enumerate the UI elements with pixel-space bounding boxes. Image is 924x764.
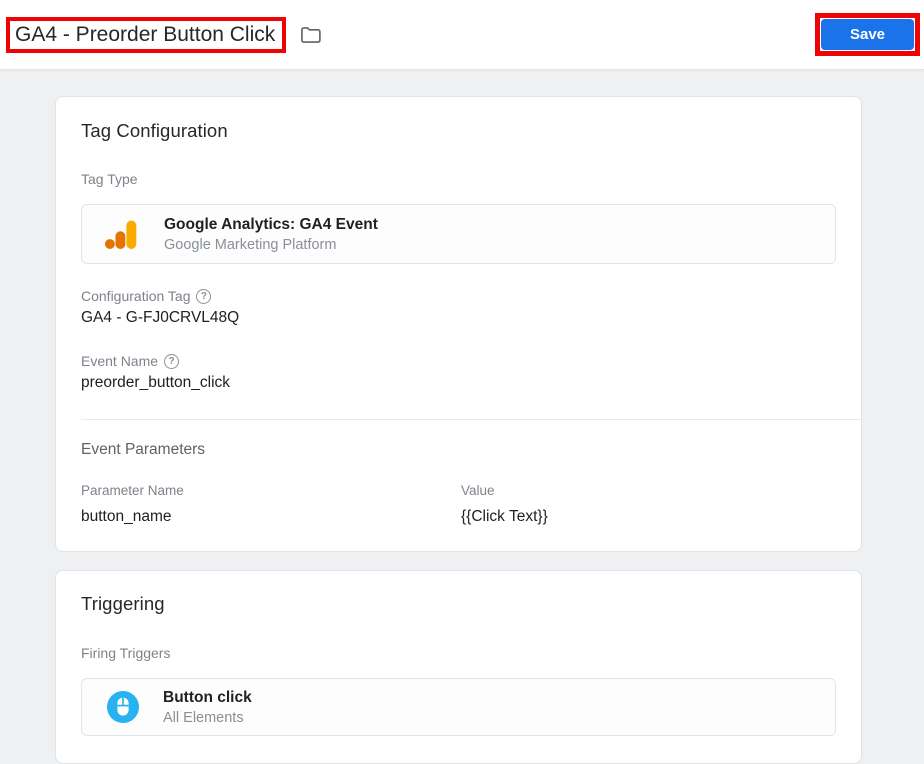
tag-type-vendor: Google Marketing Platform: [164, 236, 337, 253]
firing-triggers-label: Firing Triggers: [81, 645, 171, 661]
mouse-icon: [107, 691, 139, 723]
event-parameters-heading: Event Parameters: [81, 441, 206, 458]
google-analytics-icon: [103, 216, 139, 252]
folder-icon[interactable]: [297, 22, 323, 48]
trigger-text: Button click All Elements: [163, 689, 252, 726]
trigger-type: All Elements: [163, 709, 244, 726]
column-header-parameter-name: Parameter Name: [81, 483, 184, 498]
event-name-label-text: Event Name: [81, 353, 159, 369]
editor-body: Tag Configuration Tag Type Google Analyt…: [0, 70, 924, 764]
configuration-tag-label-text: Configuration Tag: [81, 288, 191, 304]
event-name-label: Event Name ?: [81, 353, 836, 369]
tag-name-title[interactable]: GA4 - Preorder Button Click: [15, 22, 275, 47]
section-divider: [81, 419, 861, 420]
trigger-name: Button click: [163, 688, 252, 706]
tag-configuration-card: Tag Configuration Tag Type Google Analyt…: [55, 96, 862, 552]
help-icon[interactable]: ?: [164, 353, 180, 369]
gtm-tag-editor: GA4 - Preorder Button Click Save Tag Con…: [0, 0, 924, 764]
editor-header: GA4 - Preorder Button Click Save: [0, 0, 924, 70]
folder-icon-svg: [301, 26, 321, 43]
configuration-tag-value: GA4 - G-FJ0CRVL48Q: [81, 309, 240, 326]
trigger-row[interactable]: Button click All Elements: [81, 678, 836, 736]
save-button[interactable]: Save: [821, 19, 914, 50]
parameter-name-cell: button_name: [81, 508, 172, 525]
configuration-tag-label: Configuration Tag ?: [81, 288, 836, 304]
parameter-value-cell: {{Click Text}}: [461, 508, 548, 525]
annotation-box-title: GA4 - Preorder Button Click: [6, 16, 287, 53]
tag-type-text: Google Analytics: GA4 Event Google Marke…: [164, 216, 378, 253]
help-icon[interactable]: ?: [196, 288, 212, 304]
tag-type-name: Google Analytics: GA4 Event: [164, 215, 378, 233]
event-parameters-table: Parameter Name Value button_name {{Click…: [81, 483, 836, 526]
tag-type-label: Tag Type: [81, 171, 138, 187]
column-header-value: Value: [461, 483, 495, 498]
annotation-box-save: Save: [815, 13, 920, 56]
triggering-heading: Triggering: [81, 593, 165, 614]
tag-configuration-heading: Tag Configuration: [81, 120, 228, 141]
tag-type-card[interactable]: Google Analytics: GA4 Event Google Marke…: [81, 204, 836, 264]
event-name-value: preorder_button_click: [81, 374, 231, 391]
triggering-card: Triggering Firing Triggers Button click …: [55, 570, 862, 764]
